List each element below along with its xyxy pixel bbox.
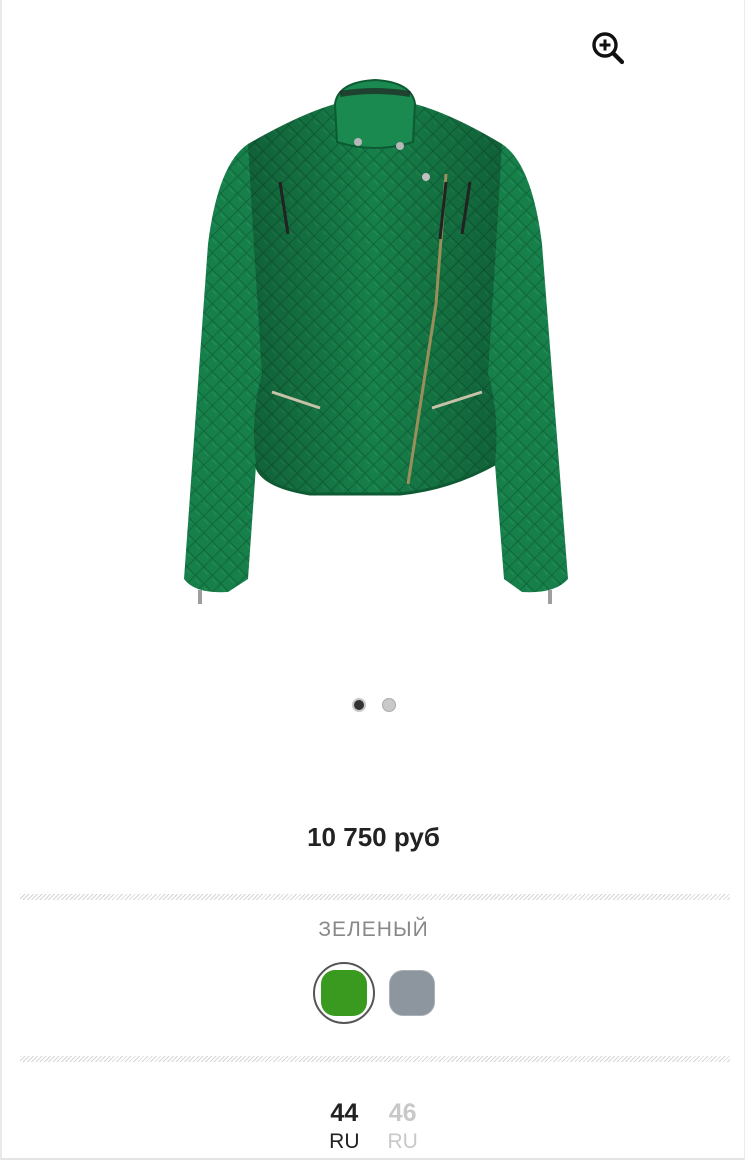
size-unit: RU <box>387 1130 418 1153</box>
image-pagination <box>0 698 747 712</box>
size-unit: RU <box>329 1130 360 1153</box>
size-option-44[interactable]: 44 RU <box>329 1098 359 1156</box>
divider <box>20 1056 730 1062</box>
product-price: 10 750 руб <box>307 822 440 852</box>
pagination-dot-1[interactable] <box>351 698 366 712</box>
size-value: 46 <box>388 1099 417 1127</box>
color-swatch-green[interactable] <box>312 962 375 1024</box>
divider <box>20 894 730 900</box>
selected-color-label: ЗЕЛЕНЫЙ <box>318 918 429 941</box>
color-swatches <box>0 962 747 1024</box>
color-swatch-green-fill <box>320 970 367 1016</box>
size-selector: 44 RU 46 RU <box>0 1098 747 1156</box>
color-swatch-gray[interactable] <box>388 970 435 1016</box>
size-option-46[interactable]: 46 RU <box>388 1098 418 1156</box>
size-value: 44 <box>330 1099 359 1127</box>
pagination-dot-2[interactable] <box>381 698 396 712</box>
zoom-in-icon <box>592 32 625 65</box>
zoom-button[interactable] <box>588 28 628 68</box>
product-image[interactable] <box>170 74 580 619</box>
